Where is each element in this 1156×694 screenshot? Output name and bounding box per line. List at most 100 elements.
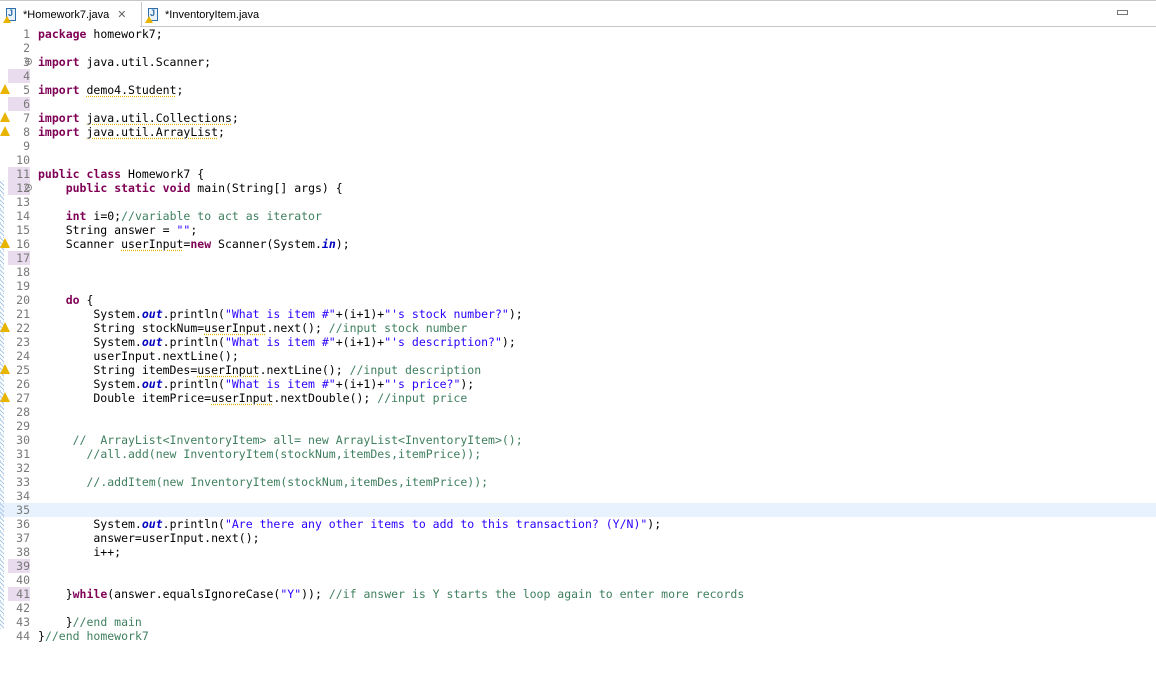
line-number: 15 <box>16 223 30 237</box>
change-ruler-mark <box>0 587 4 601</box>
code-line[interactable]: 5 import demo4.Student; <box>0 83 1156 97</box>
change-ruler-mark <box>0 545 4 559</box>
code-line[interactable]: 4 <box>0 69 1156 83</box>
change-ruler-mark <box>0 265 4 279</box>
change-ruler-mark <box>0 601 4 615</box>
code-line[interactable]: 6 <box>0 97 1156 111</box>
change-ruler-mark <box>0 447 4 461</box>
code-text: answer=userInput.next(); <box>38 531 260 545</box>
tab-inventoryitem[interactable]: *InventoryItem.java <box>141 2 281 27</box>
line-number: 22 <box>16 321 30 335</box>
code-text: i++; <box>38 545 122 559</box>
code-line[interactable]: 27 Double itemPrice=userInput.nextDouble… <box>0 391 1156 405</box>
code-line[interactable]: 11 public class Homework7 { <box>0 167 1156 181</box>
code-text: //all.add(new InventoryItem(stockNum,ite… <box>86 447 482 461</box>
line-number: 11 <box>8 167 30 181</box>
code-line[interactable]: 32 <box>0 461 1156 475</box>
code-line[interactable]: 22 String stockNum=userInput.next(); //i… <box>0 321 1156 335</box>
code-line[interactable]: 20 do { <box>0 293 1156 307</box>
code-line[interactable]: 24 userInput.nextLine(); <box>0 349 1156 363</box>
code-line[interactable]: 44}//end homework7 <box>0 629 1156 643</box>
code-text: package homework7; <box>38 27 163 41</box>
change-ruler-mark <box>0 195 4 209</box>
line-number: 37 <box>16 531 30 545</box>
code-text: import demo4.Student; <box>38 83 184 97</box>
tab-homework7[interactable]: *Homework7.java ✕ <box>0 2 140 27</box>
code-line[interactable]: 10 <box>0 153 1156 167</box>
code-text: public class Homework7 { <box>38 167 205 181</box>
change-ruler-mark <box>0 503 4 517</box>
code-line[interactable]: 17 <box>0 251 1156 265</box>
code-line[interactable]: 41 }while(answer.equalsIgnoreCase("Y"));… <box>0 587 1156 601</box>
line-number: 31 <box>16 447 30 461</box>
tab-label: *Homework7.java <box>23 8 110 21</box>
code-line[interactable]: 18 <box>0 265 1156 279</box>
code-editor[interactable]: 1 package homework7; 2 3 import java.util.Sc… <box>0 27 1156 694</box>
code-text: public static void main(String[] args) { <box>65 181 343 195</box>
code-line[interactable]: 31 //all.add(new InventoryItem(stockNum,… <box>0 447 1156 461</box>
code-text: Scanner userInput=new Scanner(System.in)… <box>38 237 350 251</box>
code-line[interactable]: 14 int i=0;//variable to act as iterator <box>0 209 1156 223</box>
line-number: 27 <box>16 391 30 405</box>
code-line[interactable]: 25 String itemDes=userInput.nextLine(); … <box>0 363 1156 377</box>
line-number: 7 <box>23 111 30 125</box>
code-text: }//end main <box>38 615 142 629</box>
code-line[interactable]: 2 <box>0 41 1156 55</box>
code-line[interactable]: 21 System.out.println("What is item #"+(… <box>0 307 1156 321</box>
code-line[interactable]: 30 // ArrayList<InventoryItem> all= new … <box>0 433 1156 447</box>
code-line[interactable]: 3 import java.util.Scanner; <box>0 55 1156 69</box>
change-ruler-mark <box>0 251 4 265</box>
change-ruler-mark <box>0 531 4 545</box>
code-line[interactable]: 12 public static void main(String[] args… <box>0 181 1156 195</box>
fold-collapse-icon[interactable] <box>25 58 32 65</box>
change-ruler-mark <box>0 475 4 489</box>
code-line[interactable]: 42 <box>0 601 1156 615</box>
code-line[interactable]: 26 System.out.println("What is item #"+(… <box>0 377 1156 391</box>
close-icon[interactable]: ✕ <box>117 8 126 21</box>
code-line[interactable]: 40 <box>0 573 1156 587</box>
fold-collapse-icon[interactable] <box>25 184 32 191</box>
line-number: 32 <box>16 461 30 475</box>
code-line[interactable]: 16 Scanner userInput=new Scanner(System.… <box>0 237 1156 251</box>
code-line[interactable]: 23 System.out.println("What is item #"+(… <box>0 335 1156 349</box>
code-line[interactable]: 33 //.addItem(new InventoryItem(stockNum… <box>0 475 1156 489</box>
code-line[interactable]: 37 answer=userInput.next(); <box>0 531 1156 545</box>
code-line[interactable]: 7 import java.util.Collections; <box>0 111 1156 125</box>
code-line[interactable]: 1 package homework7; <box>0 27 1156 41</box>
line-number: 2 <box>23 41 30 55</box>
code-line[interactable]: 28 <box>0 405 1156 419</box>
line-number: 9 <box>23 139 30 153</box>
code-line[interactable]: 29 <box>0 419 1156 433</box>
line-number: 5 <box>23 83 30 97</box>
code-text: String answer = ""; <box>38 223 198 237</box>
code-line[interactable]: 34 <box>0 489 1156 503</box>
code-line[interactable]: 19 <box>0 279 1156 293</box>
line-number: 38 <box>16 545 30 559</box>
code-line[interactable]: 9 <box>0 139 1156 153</box>
code-line[interactable]: 35 <box>0 503 1156 517</box>
code-line[interactable]: 36 System.out.println("Are there any oth… <box>0 517 1156 531</box>
code-line[interactable]: 8 import java.util.ArrayList; <box>0 125 1156 139</box>
code-line[interactable]: 39 <box>0 559 1156 573</box>
line-number: 10 <box>16 153 30 167</box>
code-line[interactable]: 38 i++; <box>0 545 1156 559</box>
line-number: 8 <box>23 125 30 139</box>
minimize-button[interactable] <box>1117 10 1128 15</box>
line-number: 43 <box>16 615 30 629</box>
line-number: 40 <box>16 573 30 587</box>
code-line[interactable]: 13 <box>0 195 1156 209</box>
change-ruler-mark <box>0 335 4 349</box>
line-number: 21 <box>16 307 30 321</box>
code-text: //.addItem(new InventoryItem(stockNum,it… <box>86 475 489 489</box>
line-number: 36 <box>16 517 30 531</box>
code-text: System.out.println("What is item #"+(i+1… <box>38 307 523 321</box>
line-number: 44 <box>16 629 30 643</box>
code-line[interactable]: 43 }//end main <box>0 615 1156 629</box>
line-number: 29 <box>16 419 30 433</box>
java-file-warning-icon <box>145 7 159 23</box>
code-text: import java.util.ArrayList; <box>38 125 225 139</box>
code-line[interactable]: 15 String answer = ""; <box>0 223 1156 237</box>
java-file-warning-icon <box>3 7 17 23</box>
line-number: 41 <box>8 587 30 601</box>
line-number: 30 <box>16 433 30 447</box>
